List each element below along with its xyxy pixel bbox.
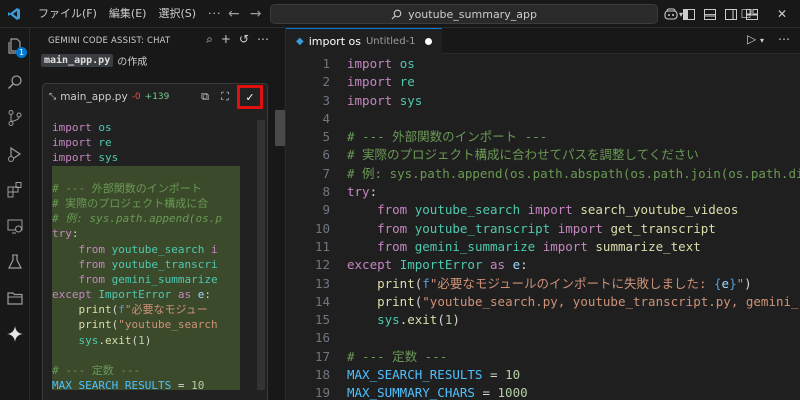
additions-count: +139 <box>144 92 170 102</box>
code-line: 7 # 例: sys.path.append(os.path.abspath(os… <box>322 165 800 181</box>
code-block-filename: main_app.py <box>60 91 128 103</box>
panel-scrollbar[interactable] <box>275 110 285 146</box>
unsaved-dot-icon[interactable] <box>424 37 432 45</box>
code-block-scrollbar[interactable] <box>257 120 265 390</box>
code-line: 8 try: <box>322 184 378 200</box>
code-line: 4 <box>322 110 330 126</box>
expand-icon[interactable]: ⛶ <box>217 86 233 108</box>
creating-suffix: の作成 <box>117 57 148 68</box>
title-bar: ファイル(F) 編集(E) 選択(S) ··· ← → youtube_summ… <box>0 0 800 28</box>
code-line: 10 from youtube_transcript import get_tr… <box>314 220 716 236</box>
code-line: 1 import os <box>322 56 415 71</box>
minimize-icon[interactable]: — <box>692 7 728 21</box>
check-icon[interactable]: ✓ <box>237 85 263 109</box>
testing-icon[interactable] <box>5 252 25 272</box>
code-line: 2 import re <box>322 74 415 90</box>
new-chat-icon[interactable]: ⌕ <box>206 32 213 47</box>
menu-selection[interactable]: 選択(S) <box>152 0 202 28</box>
code-line: 12 except ImportError as e: <box>314 257 528 273</box>
code-line: 18 MAX_SEARCH_RESULTS = 10 <box>314 367 521 383</box>
menu-edit[interactable]: 編集(E) <box>103 0 153 28</box>
more-icon[interactable]: ⋯ <box>257 32 269 47</box>
command-center[interactable]: youtube_summary_app <box>270 4 658 24</box>
maximize-icon[interactable]: ☐ <box>728 7 764 21</box>
gemini-chat-panel: GEMINI CODE ASSIST: CHAT ⌕ + ↺ ⋯ main_ap… <box>30 28 286 400</box>
tab-label: import os <box>308 34 361 48</box>
code-editor[interactable]: 1 import os 2 import re 3 import sys 4 5 # -… <box>286 55 800 400</box>
code-block-content: import os import re import sys # --- 外部関… <box>52 120 240 390</box>
code-line: 11 from gemini_summarize import summariz… <box>314 238 701 254</box>
code-line: 3 import sys <box>322 92 423 108</box>
code-line: 14 print("youtube_search.py, youtube_tra… <box>314 293 800 309</box>
tab-bar: ◆ import os Untitled-1 ▷ ▾ ⋯ <box>286 27 800 54</box>
editor-actions: ▷ ▾ ⋯ <box>747 32 790 46</box>
tab-untitled-1[interactable]: ◆ import os Untitled-1 <box>286 27 442 54</box>
history-icon[interactable]: ↺ <box>239 32 249 47</box>
tab-description: Untitled-1 <box>365 35 416 47</box>
panel-toolbar: ⌕ + ↺ ⋯ <box>206 32 269 47</box>
search-icon <box>391 9 402 19</box>
code-line: 6 # 実際のプロジェクト構成に合わせてパスを調整してください <box>322 147 699 163</box>
arrow-right-icon[interactable]: → <box>250 6 262 22</box>
navigation-arrows: ← → <box>228 0 261 28</box>
code-line: 15 sys.exit(1) <box>314 312 460 328</box>
extensions-icon[interactable] <box>5 180 25 200</box>
folder-icon[interactable] <box>5 288 25 308</box>
editor-area: ◆ import os Untitled-1 ▷ ▾ ⋯ 1 import os … <box>286 27 800 400</box>
gemini-icon[interactable] <box>5 324 25 344</box>
explorer-icon[interactable]: 1 <box>5 36 27 58</box>
file-chip[interactable]: main_app.py <box>41 54 114 67</box>
run-icon[interactable]: ▷ ▾ <box>747 32 764 46</box>
code-line: 17 # --- 定数 --- <box>314 348 448 364</box>
code-block-tools: ⧉ ⛶ ✓ <box>197 85 263 109</box>
creating-label: main_app.py の作成 <box>41 53 147 68</box>
code-line: 19 MAX_SUMMARY_CHARS = 1000 <box>314 385 528 400</box>
code-line: 9 from youtube_search import search_yout… <box>322 202 739 218</box>
menu-more[interactable]: ··· <box>202 0 228 28</box>
search-activity-icon[interactable] <box>5 72 25 92</box>
source-control-icon[interactable] <box>5 108 25 128</box>
arrow-left-icon[interactable]: ← <box>228 6 240 22</box>
window-controls: — ☐ ✕ <box>692 0 800 28</box>
run-debug-icon[interactable] <box>5 144 25 164</box>
command-center-label: youtube_summary_app <box>408 7 537 21</box>
menu-file[interactable]: ファイル(F) <box>32 0 103 28</box>
copy-icon[interactable]: ⧉ <box>197 86 213 108</box>
python-file-icon: ◆ <box>296 35 304 47</box>
code-line: 16 <box>314 330 330 346</box>
code-line: 13 print(f"必要なモジュールのインポートに失敗しました: {e}") <box>314 275 752 291</box>
vscode-logo-icon <box>0 0 28 28</box>
remote-icon[interactable] <box>5 216 25 236</box>
collapse-icon[interactable]: ⤡ <box>49 92 56 102</box>
deletions-count: -0 <box>131 92 141 102</box>
menu-bar: ファイル(F) 編集(E) 選択(S) ··· <box>32 0 228 28</box>
add-icon[interactable]: + <box>221 32 231 47</box>
explorer-badge: 1 <box>16 47 27 58</box>
code-line: 5 # --- 外部関数のインポート --- <box>322 129 548 145</box>
activity-bar: 1 <box>0 28 30 400</box>
close-icon[interactable]: ✕ <box>764 7 800 21</box>
split-editor-icon[interactable]: ⋯ <box>778 32 790 46</box>
